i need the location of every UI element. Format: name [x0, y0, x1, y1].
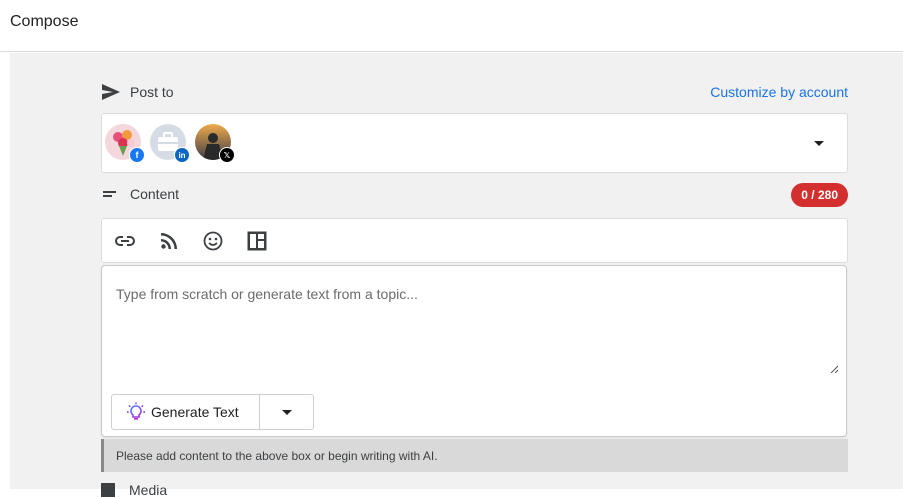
layout-template-icon[interactable] [246, 230, 268, 252]
app-header: Compose [0, 0, 903, 52]
generate-options-dropdown[interactable] [260, 395, 313, 429]
x-badge-icon: 𝕏 [219, 147, 235, 163]
character-counter-badge: 0 / 280 [791, 183, 848, 207]
media-icon [101, 483, 115, 497]
post-to-label-row: Post to [101, 82, 174, 102]
generate-text-label: Generate Text [151, 404, 239, 420]
facebook-badge-icon: f [129, 147, 145, 163]
account-avatar-x[interactable]: 𝕏 [195, 124, 235, 163]
account-avatar-facebook[interactable]: f [105, 124, 145, 163]
lightbulb-ai-icon [126, 402, 146, 422]
content-toolbar [101, 218, 848, 263]
rss-feed-icon[interactable] [158, 230, 180, 252]
short-text-icon [101, 184, 121, 204]
media-label: Media [129, 482, 168, 498]
chevron-down-icon[interactable] [814, 141, 824, 146]
chevron-down-icon [282, 410, 292, 415]
page-title: Compose [10, 13, 79, 30]
generate-text-button[interactable]: Generate Text [112, 395, 260, 429]
linkedin-badge-icon: in [174, 147, 190, 163]
content-label-row: Content [101, 184, 179, 204]
account-avatar-linkedin[interactable]: in [150, 124, 190, 163]
post-to-label: Post to [130, 84, 174, 100]
content-placeholder: Type from scratch or generate text from … [116, 286, 418, 302]
link-icon[interactable] [114, 230, 136, 252]
media-label-row: Media [101, 482, 167, 498]
account-selector[interactable]: f in 𝕏 [101, 113, 848, 173]
generate-text-split-button: Generate Text [111, 394, 314, 430]
emoji-icon[interactable] [202, 230, 224, 252]
content-hint-notice: Please add content to the above box or b… [101, 439, 848, 472]
resize-handle-icon[interactable] [830, 360, 839, 378]
content-textarea[interactable]: Type from scratch or generate text from … [101, 265, 847, 437]
send-icon [101, 82, 121, 102]
customize-by-account-link[interactable]: Customize by account [710, 84, 848, 100]
content-label: Content [130, 186, 180, 202]
